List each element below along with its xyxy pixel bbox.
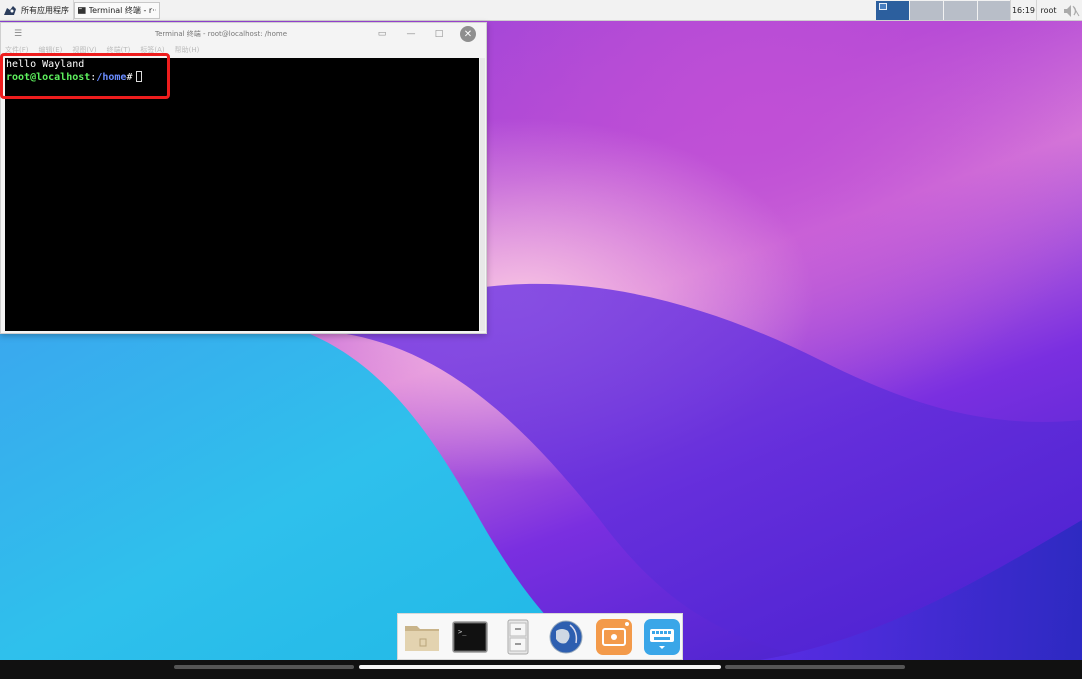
terminal-icon[interactable]: >_ bbox=[450, 617, 490, 657]
user-menu[interactable]: root bbox=[1036, 0, 1060, 21]
bottom-indicator-left bbox=[174, 665, 354, 669]
workspace-1[interactable] bbox=[876, 1, 909, 20]
workspace-3[interactable] bbox=[944, 1, 977, 20]
terminal-titlebar[interactable]: ☰ Terminal 终端 - root@localhost: /home ▭ … bbox=[1, 23, 486, 45]
terminal-scrollbar[interactable] bbox=[480, 58, 485, 331]
hamburger-icon[interactable]: ☰ bbox=[11, 27, 25, 41]
bottom-indicator-right bbox=[725, 665, 905, 669]
terminal-small-icon bbox=[78, 7, 86, 14]
keyboard-icon[interactable] bbox=[642, 617, 682, 657]
menu-help[interactable]: 帮助(H) bbox=[175, 45, 200, 57]
dock: >_ bbox=[397, 613, 683, 660]
bottom-bar bbox=[0, 660, 1082, 679]
window-menu-icon[interactable]: ▭ bbox=[375, 27, 389, 41]
bottom-indicator-center[interactable] bbox=[359, 665, 721, 669]
top-panel: 所有应用程序 Terminal 终端 - r··· 16:19 root bbox=[0, 0, 1082, 21]
web-browser-icon[interactable] bbox=[546, 617, 586, 657]
minimize-icon[interactable]: — bbox=[404, 27, 418, 41]
workspace-4[interactable] bbox=[978, 1, 1011, 20]
volume-icon[interactable] bbox=[1061, 0, 1081, 21]
highlight-annotation bbox=[0, 53, 170, 99]
clock[interactable]: 16:19 bbox=[1010, 0, 1036, 21]
workspace-2[interactable] bbox=[910, 1, 943, 20]
workspace-switcher[interactable] bbox=[876, 1, 1011, 20]
applications-menu-label: 所有应用程序 bbox=[21, 6, 69, 15]
file-cabinet-icon[interactable] bbox=[498, 617, 538, 657]
app-logo-icon bbox=[4, 5, 16, 15]
taskbar-terminal-label: Terminal 终端 - r··· bbox=[88, 6, 156, 15]
terminal-title: Terminal 终端 - root@localhost: /home bbox=[154, 30, 288, 38]
close-icon[interactable]: ✕ bbox=[460, 26, 476, 42]
svg-text:>_: >_ bbox=[458, 628, 467, 636]
screenshot-icon[interactable] bbox=[594, 617, 634, 657]
applications-menu[interactable]: 所有应用程序 bbox=[2, 0, 74, 21]
taskbar-terminal-button[interactable]: Terminal 终端 - r··· bbox=[74, 2, 160, 19]
folder-icon[interactable] bbox=[402, 617, 442, 657]
maximize-icon[interactable]: □ bbox=[432, 27, 446, 41]
